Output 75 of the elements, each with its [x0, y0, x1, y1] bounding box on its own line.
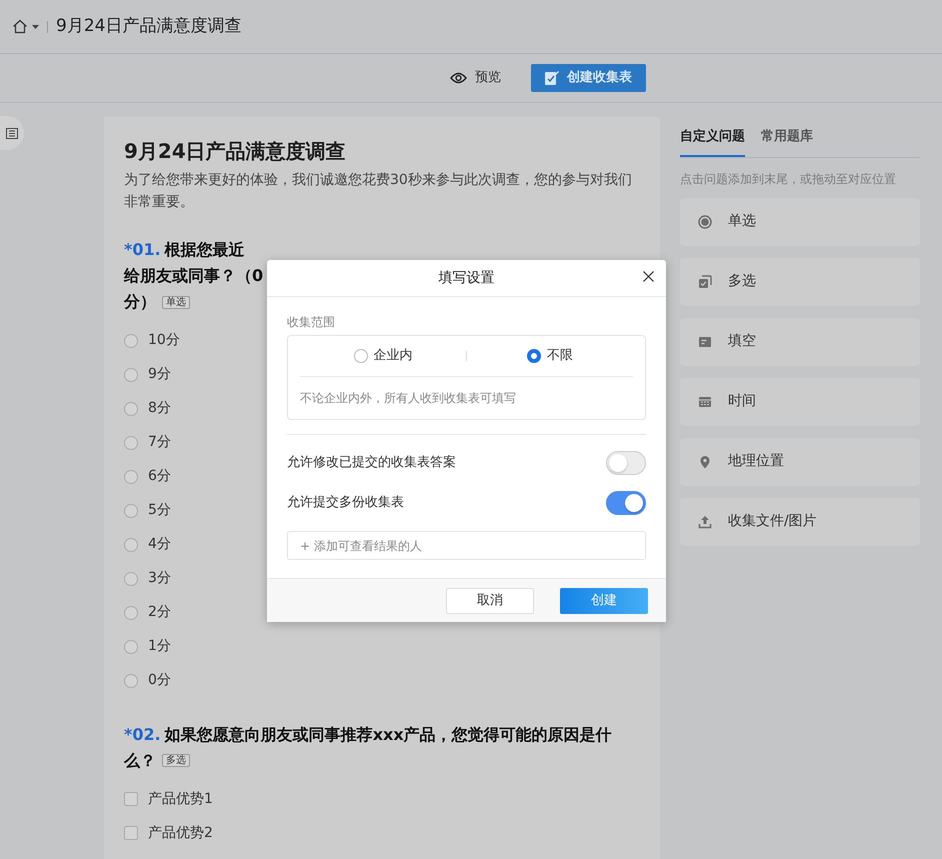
question-text: 么？	[124, 750, 156, 770]
question-text: 如果您愿意向朋友或同事推荐xxx产品，您觉得可能的原因是什	[164, 724, 612, 744]
option-label: 6分	[148, 467, 171, 486]
question-type-item[interactable]: 地理位置	[680, 438, 920, 486]
question-type-item[interactable]: 多选	[680, 258, 920, 306]
question-type-item[interactable]: 填空	[680, 318, 920, 366]
home-menu-button[interactable]	[12, 19, 39, 34]
radio-button[interactable]	[124, 368, 138, 382]
option-label: 产品优势2	[148, 824, 213, 843]
location-pin-icon	[698, 454, 712, 468]
option-label: 5分	[148, 501, 171, 520]
question-text: 分）	[124, 292, 156, 311]
panel-tab[interactable]: 自定义问题	[680, 117, 745, 156]
option-label: 8分	[148, 399, 171, 418]
eye-icon	[450, 72, 467, 84]
radio-button[interactable]	[124, 334, 138, 348]
question-type-tag: 单选	[162, 296, 190, 309]
checkbox[interactable]	[124, 792, 138, 806]
add-viewer-field[interactable]: + 添加可查看结果的人	[287, 531, 646, 560]
upload-icon	[698, 514, 712, 528]
document-title: 9月24日产品满意度调查	[56, 14, 242, 38]
radio-icon	[698, 214, 712, 228]
option-label: 产品优势1	[148, 790, 213, 809]
question-text: 根据您最近	[164, 240, 245, 259]
toggle-switch[interactable]	[606, 451, 646, 475]
home-icon	[12, 19, 28, 34]
radio-option[interactable]: 不限	[467, 345, 633, 367]
close-icon	[642, 270, 654, 282]
checkbox[interactable]	[124, 826, 138, 840]
switch-label: 允许修改已提交的收集表答案	[287, 454, 456, 472]
radio-button[interactable]	[124, 674, 138, 688]
question-type-item[interactable]: 收集文件/图片	[680, 498, 920, 546]
radio-button[interactable]	[124, 470, 138, 484]
edit-check-icon	[545, 71, 559, 85]
cancel-button[interactable]: 取消	[446, 588, 534, 614]
panel-tab[interactable]: 常用题库	[761, 117, 813, 156]
radio-button[interactable]	[124, 572, 138, 586]
option-label: 2分	[148, 603, 171, 622]
radio-button[interactable]	[124, 640, 138, 654]
outline-button[interactable]	[0, 116, 24, 150]
list-icon	[6, 128, 18, 138]
toggle-switch[interactable]	[606, 491, 646, 515]
radio-button[interactable]	[124, 606, 138, 620]
survey-description: 为了给您带来更好的体验，我们诚邀您花费30秒来参与此次调查，您的参与对我们非常重要。	[124, 171, 633, 212]
radio-button[interactable]	[124, 538, 138, 552]
close-button[interactable]	[640, 268, 656, 284]
radio-button[interactable]	[124, 402, 138, 416]
panel-hint: 点击问题添加到末尾，或拖动至对应位置	[680, 170, 897, 188]
switch-label: 允许提交多份收集表	[287, 494, 404, 512]
question-type-item[interactable]: 单选	[680, 198, 920, 246]
text-field-icon	[698, 334, 712, 348]
question-text: 给朋友或同事？（0	[124, 266, 264, 285]
option-label: 3分	[148, 569, 171, 588]
question-number: *02.	[124, 724, 161, 744]
option-label: 4分	[148, 535, 171, 554]
preview-button[interactable]: 预览	[444, 64, 507, 92]
radio-button[interactable]	[124, 436, 138, 450]
calendar-icon	[698, 394, 712, 408]
radio-option[interactable]: 企业内	[300, 345, 466, 367]
option-label: 9分	[148, 365, 171, 384]
survey-title: 9月24日产品满意度调查	[124, 139, 347, 163]
scope-note: 不论企业内外，所有人收到收集表可填写	[300, 390, 517, 407]
option-label: 7分	[148, 433, 171, 452]
question-number: *01.	[124, 240, 161, 259]
question-type-tag: 多选	[162, 754, 190, 768]
option-label: 0分	[148, 671, 171, 690]
option-label: 10分	[148, 331, 180, 350]
field-label: 收集范围	[287, 314, 336, 331]
radio-button[interactable]	[124, 504, 138, 518]
option-label: 1分	[148, 637, 171, 656]
create-form-button[interactable]: 创建收集表	[531, 64, 646, 92]
dialog-title: 填写设置	[438, 268, 494, 288]
caret-icon	[32, 24, 39, 28]
checkbox-icon	[698, 274, 712, 288]
question-type-item[interactable]: 时间	[680, 378, 920, 426]
